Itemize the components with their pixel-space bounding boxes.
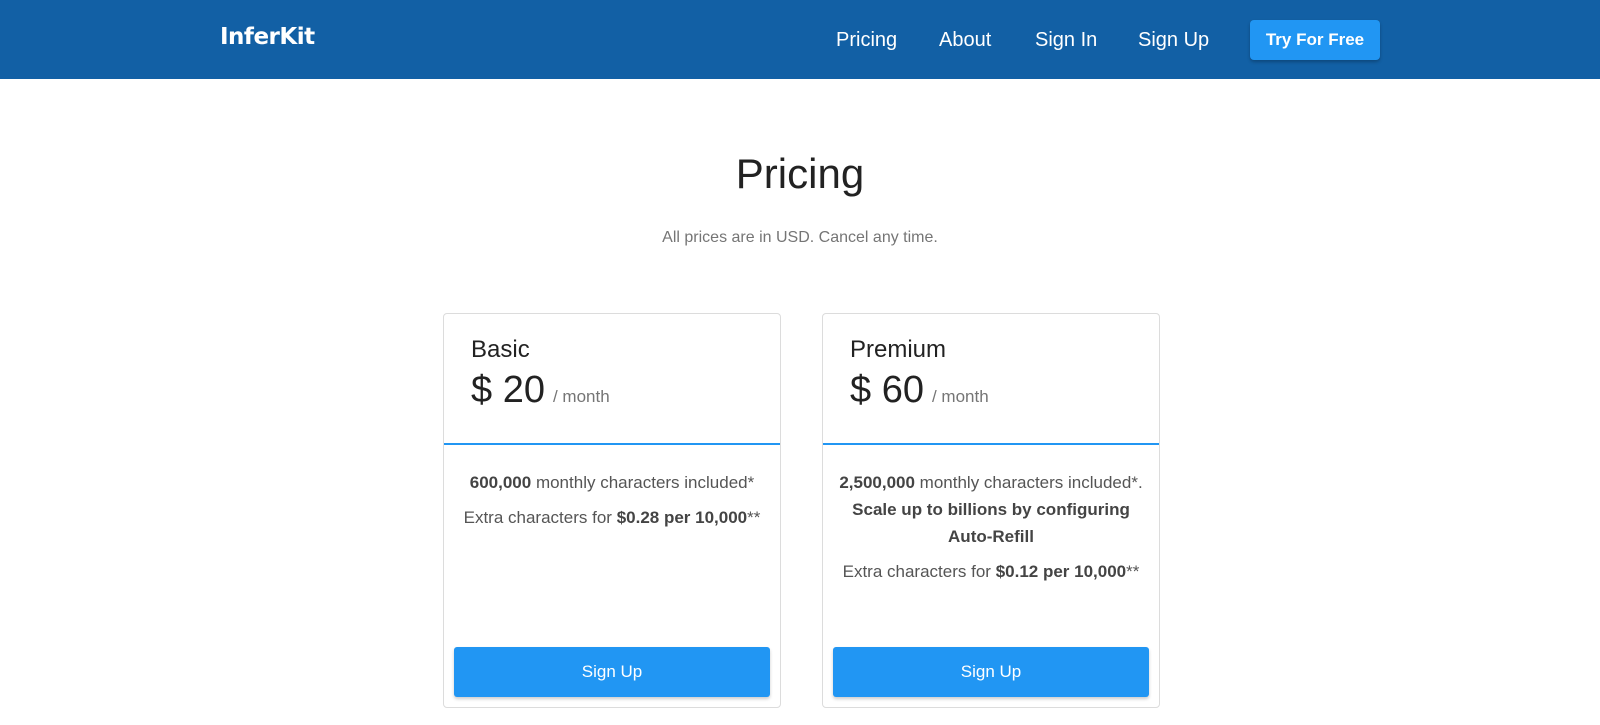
included-characters-amount: 2,500,000 <box>839 473 915 492</box>
plan-card-premium: Premium $ 60 / month 2,500,000 monthly ch… <box>822 313 1160 708</box>
included-characters-label: monthly characters included*. <box>914 473 1143 492</box>
extra-characters-label: Extra characters for <box>842 562 996 581</box>
nav-link-pricing[interactable]: Pricing <box>836 28 897 52</box>
extra-characters-label: Extra characters for <box>463 508 617 527</box>
price-period: / month <box>931 387 989 406</box>
nav-link-sign-in[interactable]: Sign In <box>1035 28 1097 52</box>
plan-price: $ 60 <box>850 369 924 411</box>
plan-card-basic: Basic $ 20 / month 600,000 monthly charac… <box>443 313 781 708</box>
extra-characters-price: $0.28 per 10,000 <box>616 508 748 527</box>
nav-link-sign-up[interactable]: Sign Up <box>1138 28 1209 52</box>
plan-card-header: Basic $ 20 / month <box>444 314 780 445</box>
included-characters-amount: 600,000 <box>469 473 532 492</box>
plan-price: $ 20 <box>471 369 545 411</box>
price-period: / month <box>552 387 610 406</box>
plan-card-body: 600,000 monthly characters included* Ext… <box>444 445 780 531</box>
included-characters-text: 600,000 monthly characters included* <box>460 469 764 496</box>
included-characters-text: 2,500,000 monthly characters included*. … <box>839 469 1143 550</box>
premium-sign-up-button[interactable]: Sign Up <box>833 647 1149 697</box>
auto-refill-note: Scale up to billions by configuring Auto… <box>852 500 1130 546</box>
extra-characters-price: $0.12 per 10,000 <box>995 562 1127 581</box>
included-characters-label: monthly characters included* <box>531 473 755 492</box>
page-title: Pricing <box>735 150 865 197</box>
extra-characters-footnote: ** <box>747 508 761 527</box>
price-row: $ 60 / month <box>850 369 1159 412</box>
extra-characters-text: Extra characters for $0.12 per 10,000** <box>839 558 1143 585</box>
extra-characters-text: Extra characters for $0.28 per 10,000** <box>460 504 764 531</box>
try-for-free-button[interactable]: Try For Free <box>1250 20 1380 60</box>
nav-link-about[interactable]: About <box>939 28 991 52</box>
price-row: $ 20 / month <box>471 369 780 412</box>
plan-name: Premium <box>850 336 947 363</box>
plan-card-body: 2,500,000 monthly characters included*. … <box>823 445 1159 585</box>
plan-name: Basic <box>471 336 530 363</box>
top-navbar: InferKit Pricing About Sign In Sign Up T… <box>0 0 1600 79</box>
basic-sign-up-button[interactable]: Sign Up <box>454 647 770 697</box>
brand-logo[interactable]: InferKit <box>220 24 315 50</box>
plan-card-header: Premium $ 60 / month <box>823 314 1159 445</box>
page-subtitle: All prices are in USD. Cancel any time. <box>662 229 938 246</box>
extra-characters-footnote: ** <box>1126 562 1140 581</box>
